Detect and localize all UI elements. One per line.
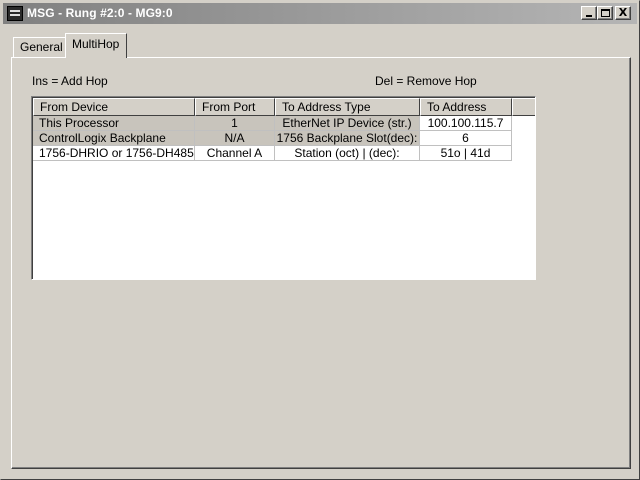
minimize-button[interactable]: [581, 6, 597, 20]
remove-hop-hint: Del = Remove Hop: [375, 74, 477, 88]
column-header-to-address[interactable]: To Address: [420, 98, 512, 116]
column-header-to-address-type[interactable]: To Address Type: [275, 98, 420, 116]
column-header-from-device[interactable]: From Device: [33, 98, 195, 116]
table-row-2-from-port[interactable]: N/A: [195, 131, 275, 146]
table-row-3-to-address-type[interactable]: Station (oct) | (dec):: [275, 146, 420, 161]
msg-app-icon[interactable]: [7, 6, 23, 21]
close-button[interactable]: X: [615, 6, 631, 20]
close-icon: X: [618, 6, 628, 19]
table-row-3-from-port[interactable]: Channel A: [195, 146, 275, 161]
table-row-1-to-address-type[interactable]: EtherNet IP Device (str.): [275, 116, 420, 131]
table-row-2-from-device[interactable]: ControlLogix Backplane: [33, 131, 195, 146]
table-row-2-to-address-type[interactable]: 1756 Backplane Slot(dec):: [275, 131, 420, 146]
table-row-1-to-address[interactable]: 100.100.115.7: [420, 116, 512, 131]
window-title: MSG - Rung #2:0 - MG9:0: [27, 6, 173, 20]
table-row-3-from-device[interactable]: 1756-DHRIO or 1756-DH485: [33, 146, 195, 161]
column-header-from-port[interactable]: From Port: [195, 98, 275, 116]
table-row-1-from-device[interactable]: This Processor: [33, 116, 195, 131]
maximize-button[interactable]: [597, 6, 613, 20]
tab-general[interactable]: General: [13, 37, 67, 57]
add-hop-hint: Ins = Add Hop: [32, 74, 108, 88]
maximize-icon: [601, 9, 610, 17]
title-bar[interactable]: MSG - Rung #2:0 - MG9:0 X: [3, 3, 637, 24]
table-row-1-from-port[interactable]: 1: [195, 116, 275, 131]
column-header-filler: [512, 98, 535, 116]
tab-multihop[interactable]: MultiHop: [65, 33, 127, 58]
table-row-3-to-address[interactable]: 51o | 41d: [420, 146, 512, 161]
minimize-icon: [586, 15, 592, 17]
msg-window: MSG - Rung #2:0 - MG9:0 X General MultiH…: [0, 0, 640, 480]
hops-table[interactable]: From Device From Port To Address Type To…: [31, 96, 536, 280]
table-row-2-to-address[interactable]: 6: [420, 131, 512, 146]
